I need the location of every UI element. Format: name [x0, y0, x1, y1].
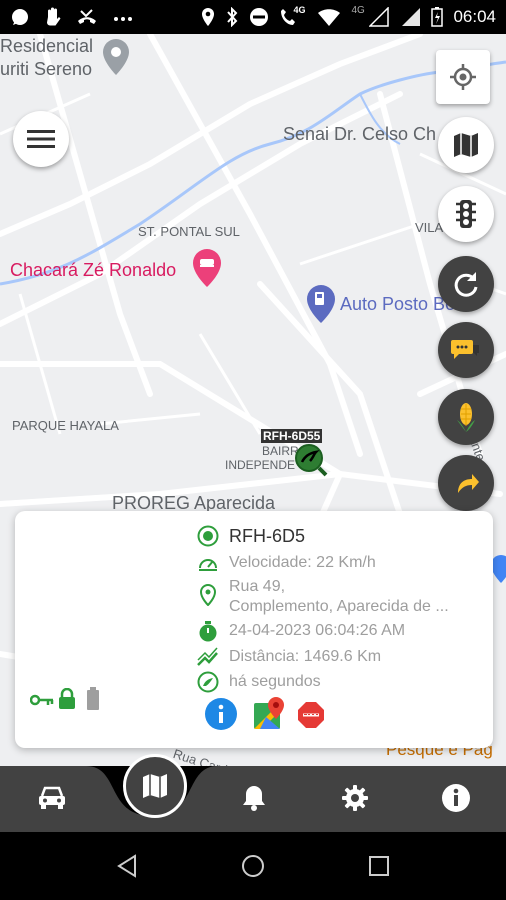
status-dot-icon: [197, 525, 219, 547]
stop-button[interactable]: [297, 701, 325, 729]
vehicle-plate: RFH-6D5: [229, 525, 306, 546]
gear-icon: [342, 785, 368, 811]
last-update-text: há segundos: [229, 673, 321, 690]
map-label-chacara: Chacará Zé Ronaldo: [10, 260, 177, 280]
nav-map[interactable]: [123, 754, 187, 818]
vehicle-marker-icon[interactable]: [293, 442, 329, 478]
key-icon: [30, 694, 54, 706]
corn-icon: [457, 403, 475, 432]
clock: 06:04: [453, 7, 496, 26]
corn-button[interactable]: [438, 389, 494, 445]
bell-icon: [243, 786, 265, 811]
info-icon: [218, 704, 224, 723]
car-icon: [39, 786, 65, 809]
vehicle-tag: RFH-6D55: [261, 429, 323, 443]
location-icon: [202, 8, 215, 26]
distance-text: Distância: 1469.6 Km: [229, 648, 382, 665]
map-pin-icon: [103, 39, 129, 75]
signal-icon: [402, 8, 421, 26]
signal-4g: 4G: [351, 5, 391, 27]
hamburger-icon: [27, 130, 55, 148]
address-line-1: Rua 49,: [229, 578, 286, 595]
speedometer-icon: [197, 552, 219, 574]
recents-icon[interactable]: [368, 855, 390, 877]
google-maps-icon: [254, 697, 284, 729]
chat-icon: [451, 340, 479, 359]
signal-4g-label: 4G: [351, 5, 365, 16]
datetime-text: 24-04-2023 06:04:26 AM: [229, 622, 406, 639]
speed-text: Velocidade: 22 Km/h: [229, 554, 376, 571]
wifi-icon: [318, 9, 341, 26]
bluetooth-icon: [227, 7, 238, 27]
dnd-icon: [250, 8, 269, 26]
map-label-st-pontal: ST. PONTAL SUL: [138, 224, 240, 239]
bottom-navigation: [0, 754, 506, 832]
more-icon: [114, 17, 132, 21]
share-button[interactable]: [438, 455, 494, 511]
info-action-button[interactable]: [205, 698, 237, 730]
traffic-light-icon: [456, 200, 476, 228]
refresh-icon: [454, 272, 478, 297]
map-label-bairro-2: INDEPENDE: [225, 458, 296, 472]
map-icon: [454, 133, 478, 157]
lock-icon: [59, 688, 75, 709]
distance-trend-icon: [197, 646, 219, 668]
nav-settings[interactable]: [333, 780, 377, 816]
info-icon: [442, 784, 470, 812]
volte-icon: 4G: [279, 5, 307, 27]
missed-call-icon: [78, 9, 96, 24]
crosshair-icon: [450, 64, 476, 90]
map-label-senai: Senai Dr. Celso Ch: [283, 124, 437, 144]
refresh-button[interactable]: [438, 256, 494, 312]
nav-vehicles[interactable]: [30, 780, 74, 816]
google-maps-button[interactable]: [252, 697, 286, 731]
vehicle-info-card[interactable]: RFH-6D5 Velocidade: 22 Km/h Rua 49, Comp…: [15, 511, 493, 748]
battery-icon: [87, 687, 99, 710]
network-type-label: 4G: [293, 5, 306, 15]
location-pin-icon: [197, 584, 219, 606]
status-bar: 4G 4G 06:04: [0, 0, 506, 34]
last-update-icon: [197, 671, 219, 693]
stop-icon: [298, 702, 324, 728]
traffic-button[interactable]: [438, 186, 494, 242]
share-arrow-icon: [458, 474, 479, 493]
home-icon[interactable]: [241, 854, 265, 878]
gas-station-pin-icon: [307, 285, 335, 323]
nav-notifications[interactable]: [232, 780, 276, 816]
chat-button[interactable]: [438, 322, 494, 378]
system-navigation-bar: [0, 832, 506, 900]
back-icon[interactable]: [116, 854, 138, 878]
map-label-residencial: Residencial: [0, 36, 94, 56]
map-label-parque: PARQUE HAYALA: [12, 418, 119, 433]
whatsapp-icon: [12, 9, 28, 25]
map-label-residencial-2: uriti Sereno: [0, 59, 93, 79]
nav-info[interactable]: [434, 780, 478, 816]
address-line-2: Complemento, Aparecida de ...: [229, 598, 449, 615]
hand-icon: [47, 7, 61, 26]
battery-charging-icon: [431, 7, 444, 27]
menu-button[interactable]: [13, 111, 69, 167]
hotel-pin-icon: [193, 249, 221, 287]
my-location-button[interactable]: [436, 50, 490, 104]
stopwatch-icon: [197, 620, 219, 642]
map-icon: [143, 774, 167, 798]
map-type-button[interactable]: [438, 117, 494, 173]
